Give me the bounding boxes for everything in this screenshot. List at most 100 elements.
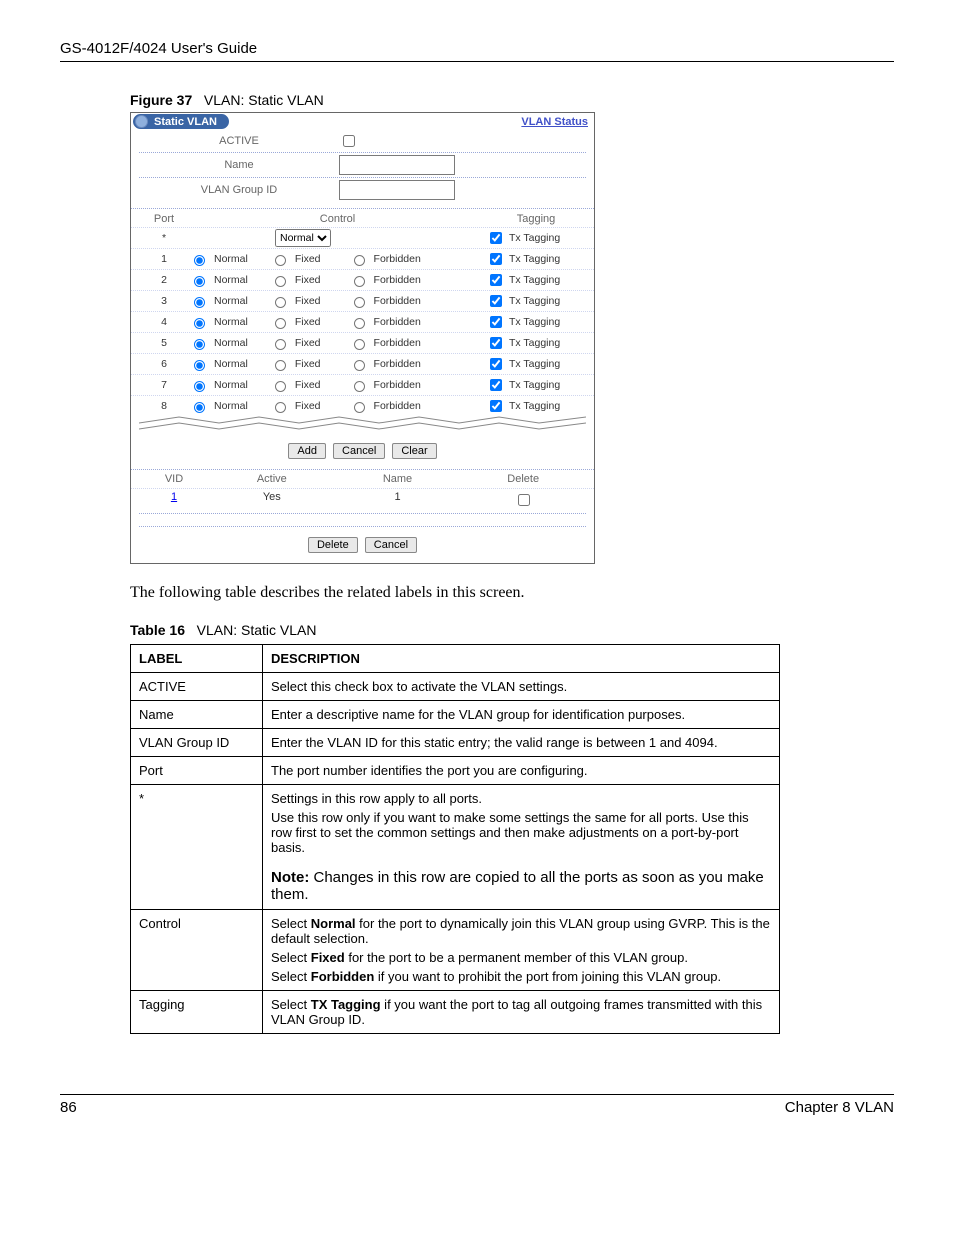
control-fixed-radio[interactable] [275, 255, 286, 266]
tx-tagging-label: Tx Tagging [509, 337, 560, 349]
control-forbidden-label: Forbidden [374, 400, 421, 412]
control-fixed-label: Fixed [295, 379, 321, 391]
delete-cancel-row: Delete Cancel [131, 527, 594, 563]
port-number: 8 [139, 400, 189, 412]
control-normal-label: Normal [214, 295, 248, 307]
control-fixed-radio[interactable] [275, 318, 286, 329]
port-row: 8 Normal Fixed Forbidden Tx Tagging [131, 395, 594, 416]
port-row: 6 Normal Fixed Forbidden Tx Tagging [131, 353, 594, 374]
control-fixed-radio[interactable] [275, 402, 286, 413]
delete-button[interactable]: Delete [308, 537, 358, 553]
table-row: Tagging Select TX Tagging if you want th… [131, 991, 780, 1034]
cancel-button[interactable]: Cancel [333, 443, 385, 459]
tx-tagging-label: Tx Tagging [509, 379, 560, 391]
control-fixed-label: Fixed [295, 316, 321, 328]
star-tag-checkbox[interactable] [490, 232, 502, 244]
tx-tagging-checkbox[interactable] [490, 274, 502, 286]
tx-tagging-checkbox[interactable] [490, 253, 502, 265]
port-row: 3NormalFixedForbiddenTx Tagging [131, 290, 594, 311]
body-text: The following table describes the relate… [130, 584, 894, 602]
tx-tagging-checkbox[interactable] [490, 358, 502, 370]
table-row: Port The port number identifies the port… [131, 757, 780, 785]
cancel-button-2[interactable]: Cancel [365, 537, 417, 553]
control-fixed-label: Fixed [295, 358, 321, 370]
control-forbidden-label: Forbidden [374, 274, 421, 286]
figure-caption: Figure 37 VLAN: Static VLAN [130, 92, 894, 108]
control-forbidden-radio[interactable] [354, 255, 365, 266]
add-cancel-clear-row: Add Cancel Clear [131, 433, 594, 469]
control-normal-radio[interactable] [194, 360, 205, 371]
port-number: 3 [139, 295, 189, 307]
control-forbidden-radio[interactable] [354, 339, 365, 350]
name-label: Name [139, 159, 339, 171]
control-fixed-radio[interactable] [275, 276, 286, 287]
control-normal-label: Normal [214, 358, 248, 370]
tx-tagging-checkbox[interactable] [490, 337, 502, 349]
name-input[interactable] [339, 155, 455, 175]
control-fixed-label: Fixed [295, 400, 321, 412]
control-normal-radio[interactable] [194, 402, 205, 413]
tx-tagging-label: Tx Tagging [509, 400, 560, 412]
control-fixed-radio[interactable] [275, 297, 286, 308]
vlan-list-row: 1 Yes 1 [131, 488, 594, 511]
table-row: ACTIVE Select this check box to activate… [131, 673, 780, 701]
port-number: 4 [139, 316, 189, 328]
control-normal-label: Normal [214, 400, 248, 412]
control-normal-label: Normal [214, 379, 248, 391]
control-forbidden-radio[interactable] [354, 381, 365, 392]
tx-tagging-label: Tx Tagging [509, 253, 560, 265]
tx-tagging-label: Tx Tagging [509, 274, 560, 286]
panel-title-pill: Static VLAN [133, 114, 229, 129]
control-fixed-radio[interactable] [275, 381, 286, 392]
control-forbidden-label: Forbidden [374, 253, 421, 265]
group-id-input[interactable] [339, 180, 455, 200]
control-forbidden-radio[interactable] [354, 318, 365, 329]
control-normal-radio[interactable] [194, 381, 205, 392]
control-fixed-label: Fixed [295, 274, 321, 286]
page-header: GS-4012F/4024 User's Guide [60, 40, 894, 62]
control-normal-radio[interactable] [194, 255, 205, 266]
tx-tagging-checkbox[interactable] [490, 316, 502, 328]
page-number: 86 [60, 1099, 77, 1116]
star-control-select[interactable]: Normal [275, 229, 331, 247]
table-row: Name Enter a descriptive name for the VL… [131, 701, 780, 729]
control-fixed-radio[interactable] [275, 339, 286, 350]
control-forbidden-radio[interactable] [354, 276, 365, 287]
group-id-label: VLAN Group ID [139, 184, 339, 196]
active-checkbox[interactable] [343, 135, 355, 147]
note-line: Note: Changes in this row are copied to … [271, 869, 771, 903]
control-fixed-label: Fixed [295, 295, 321, 307]
control-normal-radio[interactable] [194, 297, 205, 308]
table-caption: Table 16 VLAN: Static VLAN [130, 622, 894, 638]
control-normal-label: Normal [214, 337, 248, 349]
delete-checkbox[interactable] [518, 494, 530, 506]
port-number: 6 [139, 358, 189, 370]
tx-tagging-checkbox[interactable] [490, 295, 502, 307]
tx-tagging-label: Tx Tagging [509, 316, 560, 328]
page-footer: 86 Chapter 8 VLAN [60, 1094, 894, 1116]
control-normal-radio[interactable] [194, 318, 205, 329]
control-forbidden-label: Forbidden [374, 316, 421, 328]
control-forbidden-radio[interactable] [354, 297, 365, 308]
control-forbidden-radio[interactable] [354, 402, 365, 413]
clear-button[interactable]: Clear [392, 443, 436, 459]
tx-tagging-checkbox[interactable] [490, 379, 502, 391]
vlan-status-link[interactable]: VLAN Status [521, 116, 588, 128]
control-normal-label: Normal [214, 316, 248, 328]
screenshot-static-vlan: Static VLAN VLAN Status ACTIVE Name VLAN… [130, 112, 595, 564]
control-normal-radio[interactable] [194, 276, 205, 287]
control-forbidden-label: Forbidden [374, 358, 421, 370]
tx-tagging-label: Tx Tagging [509, 358, 560, 370]
control-normal-radio[interactable] [194, 339, 205, 350]
control-forbidden-radio[interactable] [354, 360, 365, 371]
control-fixed-radio[interactable] [275, 360, 286, 371]
add-button[interactable]: Add [288, 443, 326, 459]
port-number: 1 [139, 253, 189, 265]
description-table: LABEL DESCRIPTION ACTIVE Select this che… [130, 644, 780, 1034]
chapter-label: Chapter 8 VLAN [785, 1099, 894, 1116]
vid-link[interactable]: 1 [171, 491, 177, 503]
port-row: 4 Normal Fixed Forbidden Tx Tagging [131, 311, 594, 332]
tx-tagging-checkbox[interactable] [490, 400, 502, 412]
port-row-star: * Normal Tx Tagging [131, 227, 594, 248]
control-fixed-label: Fixed [295, 337, 321, 349]
